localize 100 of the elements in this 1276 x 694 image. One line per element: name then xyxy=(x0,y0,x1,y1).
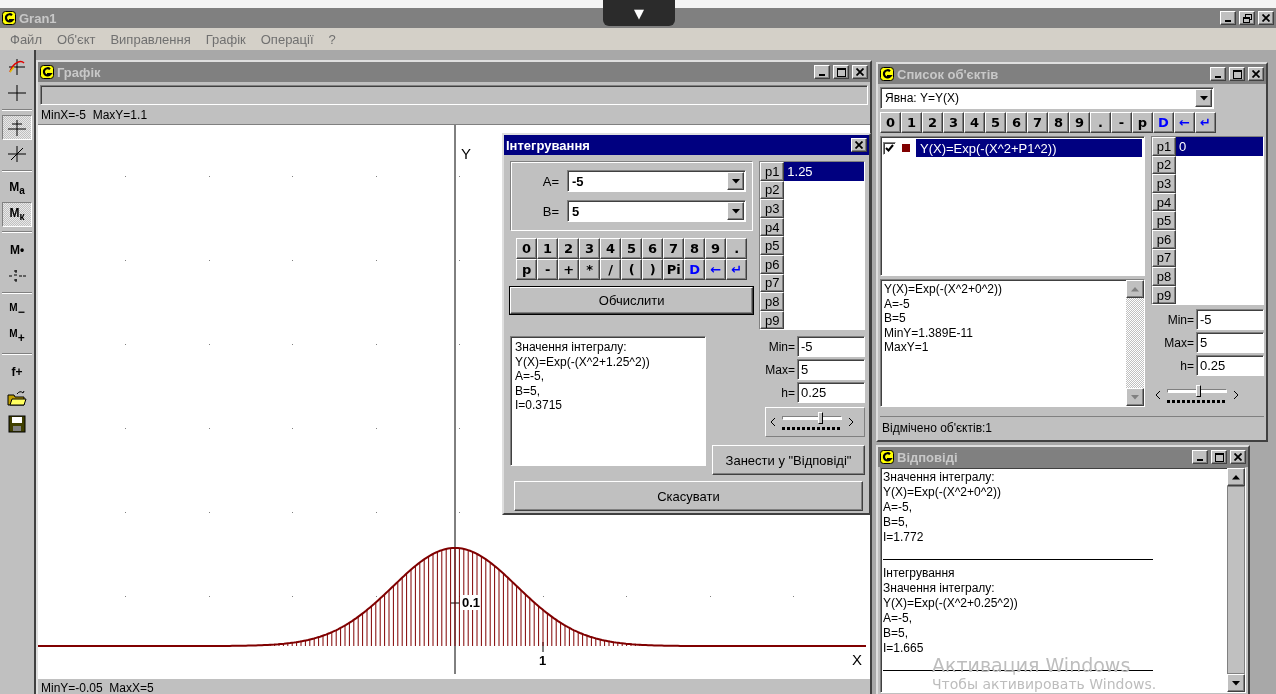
keypad-key[interactable]: p xyxy=(516,259,538,280)
keypad-key[interactable]: . xyxy=(1090,112,1111,133)
parameter-value[interactable]: 1.25 xyxy=(784,162,864,181)
tool-button[interactable]: $^{M}$+ xyxy=(2,324,32,349)
keypad-key[interactable]: * xyxy=(579,259,601,280)
scroll-down-button[interactable] xyxy=(1126,388,1144,406)
keypad-key[interactable]: - xyxy=(1111,112,1132,133)
keypad-key[interactable]: 9 xyxy=(1069,112,1090,133)
max-label: Max= xyxy=(1164,335,1194,350)
slider[interactable] xyxy=(1167,385,1227,406)
scrollbar[interactable] xyxy=(1227,468,1245,692)
step-field[interactable]: 0.25 xyxy=(1196,355,1264,377)
keypad-key[interactable]: - xyxy=(537,259,559,280)
keypad-key[interactable]: ↵ xyxy=(1195,112,1216,133)
close-button[interactable] xyxy=(1248,67,1264,81)
keypad-key[interactable]: 1 xyxy=(537,238,559,259)
keypad-key[interactable]: 4 xyxy=(964,112,985,133)
close-button[interactable] xyxy=(1230,450,1246,464)
close-button[interactable] xyxy=(1258,11,1274,25)
parameter-button[interactable]: p5 xyxy=(1152,211,1176,230)
cancel-button[interactable]: Скасувати xyxy=(514,481,863,512)
tool-button[interactable]: f+ xyxy=(2,359,32,384)
keypad-key[interactable]: 3 xyxy=(943,112,964,133)
keypad-key[interactable]: 9 xyxy=(705,238,727,259)
chevron-right-icon[interactable] xyxy=(848,417,854,428)
keypad-key[interactable]: Pi xyxy=(663,259,685,280)
chevron-left-icon[interactable] xyxy=(770,417,776,428)
compute-button[interactable]: Обчислити xyxy=(510,287,754,314)
parameter-button[interactable]: p3 xyxy=(1152,174,1176,193)
tool-button[interactable] xyxy=(2,115,32,140)
minimize-button[interactable] xyxy=(814,65,830,79)
combo-box[interactable]: 5 xyxy=(567,200,747,222)
combo-box[interactable]: Явна: Y=Y(X) xyxy=(880,87,1214,109)
keypad-key[interactable]: ← xyxy=(1174,112,1195,133)
parameter-button[interactable]: p8 xyxy=(760,292,785,311)
tool-button[interactable]: M• xyxy=(2,237,32,262)
keypad-key[interactable]: ( xyxy=(621,259,643,280)
maximize-button[interactable] xyxy=(1229,67,1245,81)
chevron-left-icon[interactable] xyxy=(1155,390,1161,401)
keypad-key[interactable]: 0 xyxy=(880,112,901,133)
tool-button[interactable]: M$_{a}$ xyxy=(2,176,32,201)
close-button[interactable] xyxy=(851,138,867,152)
restore-button[interactable] xyxy=(1239,11,1255,25)
logo-icon xyxy=(40,65,54,79)
object-item[interactable]: Y(X)=Exp(-(X^2+P1^2)) xyxy=(916,139,1142,157)
chevron-right-icon[interactable] xyxy=(1233,390,1239,401)
keypad-key[interactable]: . xyxy=(726,238,748,259)
slider[interactable] xyxy=(782,412,842,433)
parameter-button[interactable]: p1 xyxy=(760,162,785,181)
keypad-key[interactable]: 7 xyxy=(1027,112,1048,133)
folder-icon xyxy=(7,388,27,407)
keypad-key[interactable]: 0 xyxy=(516,238,538,259)
keypad-key[interactable]: 8 xyxy=(684,238,706,259)
parameter-button[interactable]: p3 xyxy=(760,199,785,218)
input-field[interactable] xyxy=(40,85,868,105)
parameter-value[interactable]: 0 xyxy=(1176,137,1263,156)
scroll-up-button[interactable] xyxy=(1227,468,1245,486)
keypad-key[interactable]: 5 xyxy=(621,238,643,259)
keypad-key[interactable]: p xyxy=(1132,112,1153,133)
minimize-button[interactable] xyxy=(1192,450,1208,464)
tool-button[interactable]: M$_{к}$ xyxy=(2,202,32,227)
parameter-button[interactable]: p8 xyxy=(1152,267,1176,286)
keypad-key[interactable]: 2 xyxy=(922,112,943,133)
keypad-key[interactable]: 5 xyxy=(985,112,1006,133)
keypad-key[interactable]: ) xyxy=(642,259,664,280)
keypad-key[interactable]: 6 xyxy=(1006,112,1027,133)
minimize-button[interactable] xyxy=(1220,11,1236,25)
step-label: h= xyxy=(781,385,795,400)
tool-button[interactable]: $^{M}$− xyxy=(2,298,32,323)
keypad-key[interactable]: / xyxy=(600,259,622,280)
keypad-key[interactable]: 6 xyxy=(642,238,664,259)
max-field[interactable]: 5 xyxy=(797,359,865,381)
pull-down-tab[interactable]: ▼ xyxy=(603,0,675,26)
step-field[interactable]: 0.25 xyxy=(797,382,865,404)
keypad-key[interactable]: 1 xyxy=(901,112,922,133)
keypad-key[interactable]: D xyxy=(684,259,706,280)
keypad-key[interactable]: 4 xyxy=(600,238,622,259)
combo-box[interactable]: -5 xyxy=(567,170,747,192)
maximize-button[interactable] xyxy=(1211,450,1227,464)
close-icon xyxy=(1262,14,1270,22)
min-field[interactable]: -5 xyxy=(797,336,865,358)
store-answer-button[interactable]: Занести у "Відповіді" xyxy=(712,445,865,476)
keypad-key[interactable]: D xyxy=(1153,112,1174,133)
scrollbar[interactable] xyxy=(1126,280,1144,406)
max-field[interactable]: 5 xyxy=(1196,332,1264,354)
keypad-key[interactable]: ↵ xyxy=(726,259,748,280)
parameter-button[interactable]: p1 xyxy=(1152,137,1176,156)
min-field[interactable]: -5 xyxy=(1196,309,1264,331)
keypad-key[interactable]: 3 xyxy=(579,238,601,259)
minimize-button[interactable] xyxy=(1210,67,1226,81)
keypad-key[interactable]: ← xyxy=(705,259,727,280)
keypad-key[interactable]: 7 xyxy=(663,238,685,259)
keypad-key[interactable]: 2 xyxy=(558,238,580,259)
keypad-key[interactable]: + xyxy=(558,259,580,280)
scroll-down-button[interactable] xyxy=(1227,674,1245,692)
scroll-up-button[interactable] xyxy=(1126,280,1144,298)
close-button[interactable] xyxy=(852,65,868,79)
maximize-button[interactable] xyxy=(833,65,849,79)
keypad-key[interactable]: 8 xyxy=(1048,112,1069,133)
parameter-button[interactable]: p5 xyxy=(760,236,785,255)
